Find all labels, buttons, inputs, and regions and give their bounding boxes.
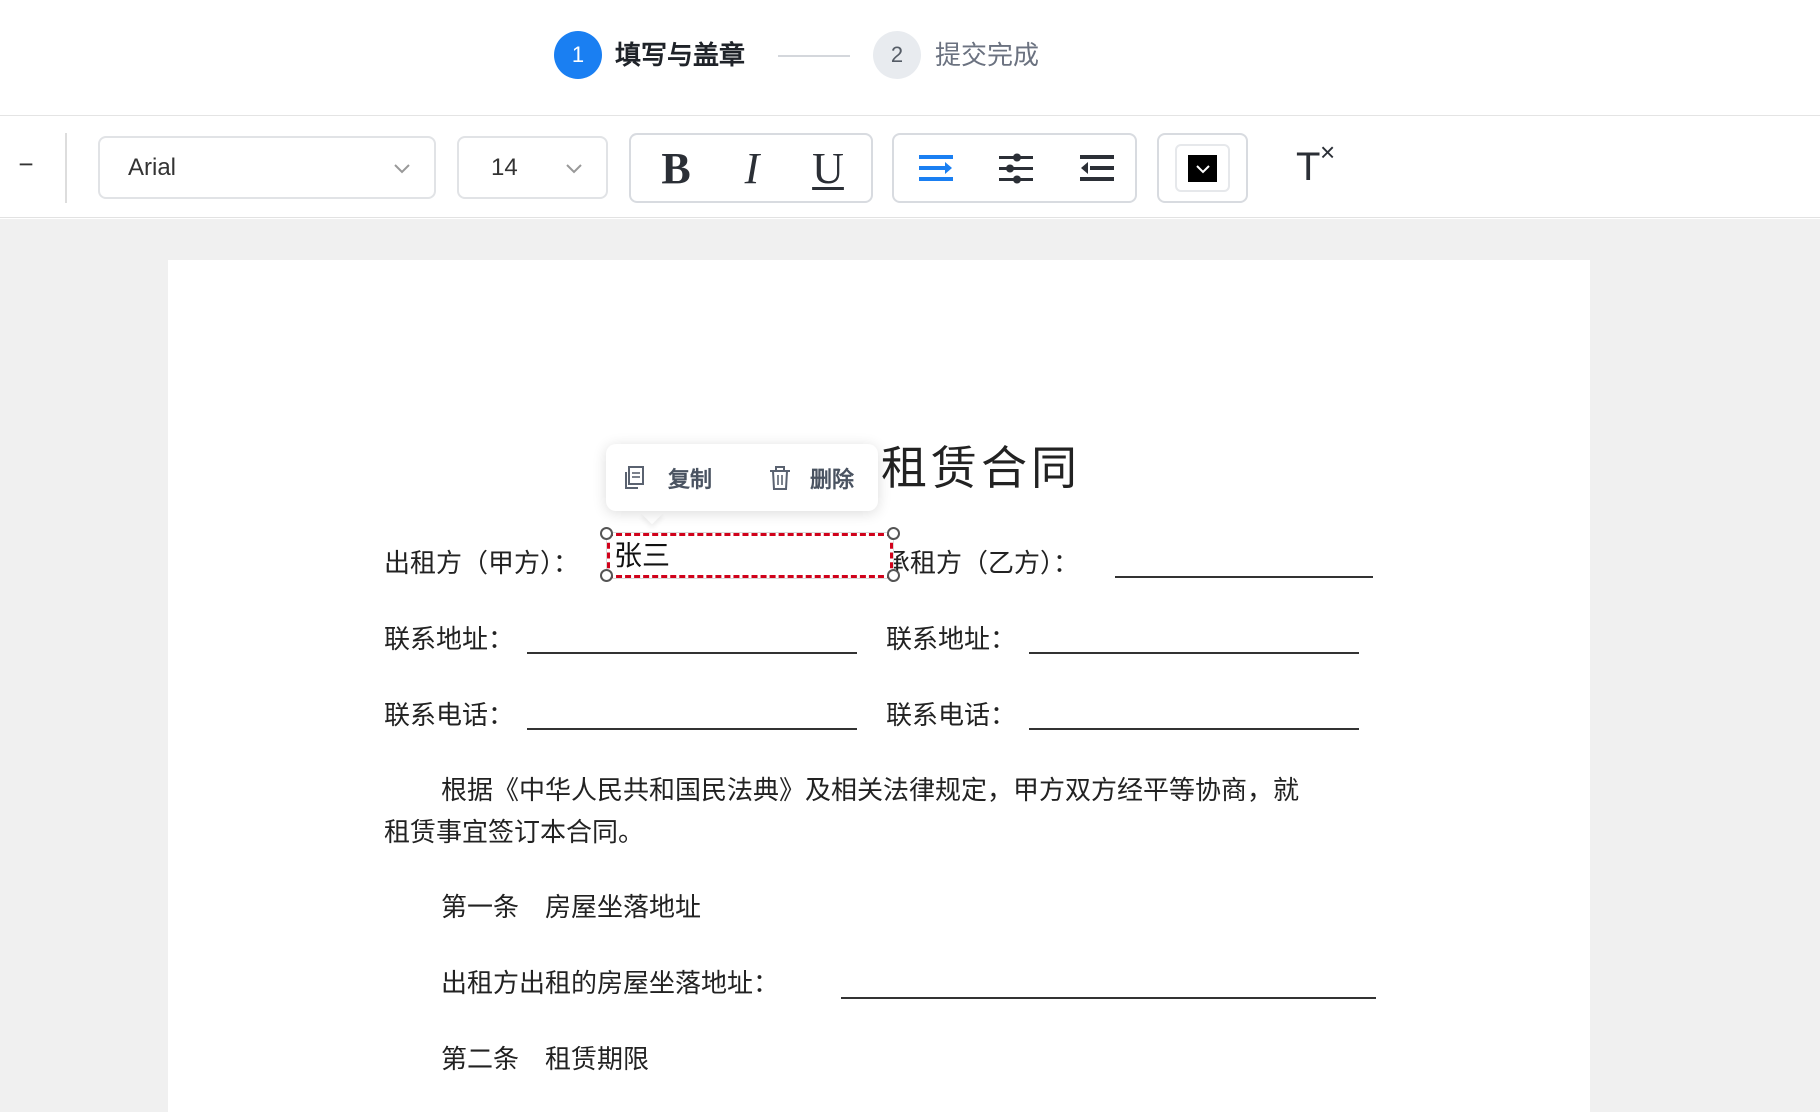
article-1-title: 第一条 房屋坐落地址	[441, 893, 702, 923]
outdent-icon	[1080, 155, 1114, 181]
outdent-button[interactable]	[1067, 135, 1127, 201]
phone-field-b[interactable]	[1029, 728, 1359, 730]
party-a-name-value: 张三	[614, 539, 671, 572]
chevron-down-icon	[566, 164, 582, 174]
align-justify-icon	[919, 155, 953, 181]
color-swatch	[1188, 155, 1217, 182]
address-field-a[interactable]	[527, 652, 857, 654]
delete-label: 删除	[810, 468, 855, 493]
step-1-label: 填写与盖章	[615, 40, 746, 70]
step-2-label: 提交完成	[935, 40, 1040, 70]
zoom-out-button[interactable]: −	[14, 149, 38, 179]
italic-button[interactable]: I	[717, 135, 787, 201]
phone-label-b: 联系电话：	[886, 701, 1017, 731]
address-label-b: 联系地址：	[886, 625, 1017, 655]
chevron-down-icon	[394, 164, 410, 174]
article-1-field-label: 出租方出租的房屋坐落地址：	[441, 969, 780, 999]
text-color-button[interactable]	[1175, 144, 1230, 192]
document-title: 租赁合同	[881, 441, 1081, 495]
party-a-name-field[interactable]: 张三	[606, 532, 894, 579]
resize-handle-bottom-left[interactable]	[600, 569, 613, 582]
format-toolbar: − Arial 14 B I U T ×	[0, 117, 1820, 218]
copy-icon	[625, 466, 644, 489]
article-2-title: 第二条 租赁期限	[441, 1045, 650, 1075]
document-page[interactable]	[168, 260, 1590, 1112]
address-field-b[interactable]	[1029, 652, 1359, 654]
chevron-down-icon	[1196, 165, 1210, 174]
font-size-select[interactable]: 14	[457, 136, 608, 199]
step-2-number: 2	[873, 31, 921, 79]
delete-button[interactable]: 删除	[768, 462, 854, 494]
line-spacing-button[interactable]	[986, 135, 1046, 201]
party-b-field[interactable]	[1115, 576, 1373, 578]
phone-label-a: 联系电话：	[384, 701, 515, 731]
step-connector	[778, 55, 850, 57]
underline-button[interactable]: U	[793, 135, 863, 201]
copy-button[interactable]: 复制	[622, 462, 712, 494]
document-canvas[interactable]	[0, 219, 1820, 1112]
bold-button[interactable]: B	[641, 135, 711, 201]
font-family-value: Arial	[128, 154, 177, 181]
address-label-a: 联系地址：	[384, 625, 515, 655]
step-1-number: 1	[554, 31, 602, 79]
text-style-group: B I U	[629, 133, 873, 203]
font-size-value: 14	[491, 154, 518, 181]
phone-field-a[interactable]	[527, 728, 857, 730]
copy-label: 复制	[668, 468, 713, 493]
steps-header: 1 填写与盖章 2 提交完成	[0, 0, 1820, 116]
trash-icon	[770, 466, 790, 490]
resize-handle-top-right[interactable]	[887, 527, 900, 540]
font-family-select[interactable]: Arial	[98, 136, 436, 199]
clear-format-x-icon: ×	[1320, 137, 1336, 167]
field-action-popover: 复制 删除	[606, 444, 878, 511]
intro-paragraph-line-1: 根据《中华人民共和国民法典》及相关法律规定，甲方双方经平等协商，就	[441, 776, 1300, 806]
party-b-label: 承租方（乙方）：	[884, 549, 1080, 579]
resize-handle-top-left[interactable]	[600, 527, 613, 540]
intro-paragraph-line-2: 租赁事宜签订本合同。	[384, 818, 645, 848]
toolbar-divider	[65, 133, 67, 203]
sliders-icon	[999, 153, 1033, 184]
clear-format-button[interactable]: T ×	[1290, 137, 1350, 193]
party-a-label: 出租方（甲方）：	[384, 549, 580, 579]
resize-handle-bottom-right[interactable]	[887, 569, 900, 582]
text-color-group	[1157, 133, 1248, 203]
align-justify-button[interactable]	[906, 135, 966, 201]
alignment-group	[892, 133, 1137, 203]
clear-format-icon: T	[1296, 145, 1321, 189]
property-address-field[interactable]	[841, 997, 1376, 999]
